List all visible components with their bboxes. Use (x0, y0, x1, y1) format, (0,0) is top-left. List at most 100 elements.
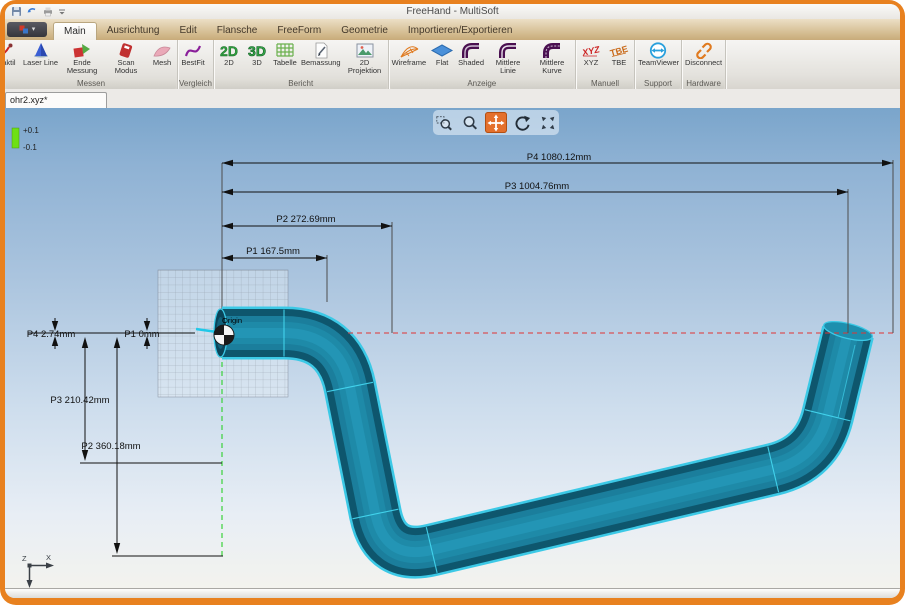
mittlere-kurve-button[interactable]: Mittlere Kurve (530, 41, 574, 75)
2d-icon: 2D (217, 42, 241, 59)
taktil-button[interactable]: Taktil (5, 41, 21, 67)
projektion-2d-button[interactable]: 2D Projektion (343, 41, 387, 75)
app-window: FreeHand - MultiSoft ▾ Main Ausrichtung … (5, 4, 900, 598)
ribbon-group-anzeige: Wireframe Flat Shaded Mittlere Linie Mit… (389, 40, 576, 89)
dimension-horizontal-p3: P3 1004.76mm (222, 181, 848, 195)
svg-text:-0.1: -0.1 (23, 143, 37, 152)
axis-triad: X Z (22, 553, 54, 588)
svg-text:P2 272.69mm: P2 272.69mm (276, 214, 335, 225)
screenshot-stage: FreeHand - MultiSoft ▾ Main Ausrichtung … (0, 0, 905, 605)
viewport-canvas[interactable]: +0.1 -0.1 (5, 108, 900, 588)
tabelle-icon (274, 42, 296, 59)
laser-line-button[interactable]: Laser Line (21, 41, 60, 67)
ribbon-group-label: Vergleich (179, 78, 212, 89)
tab-main[interactable]: Main (53, 22, 97, 40)
document-tab[interactable]: ohr2.xyz* (5, 92, 107, 108)
ribbon-group-label: Bericht (215, 78, 387, 89)
mittlere-linie-button[interactable]: Mittlere Linie (486, 41, 530, 75)
save-icon[interactable] (11, 6, 22, 17)
wireframe-button[interactable]: Wireframe (390, 41, 429, 67)
axis-x-label: X (46, 553, 51, 562)
rotate-icon[interactable] (511, 112, 533, 133)
ribbon-group-manuell: XYZ XYZ TBE TBE Manuell (576, 40, 635, 89)
disconnect-icon (693, 42, 715, 59)
ribbon: Taktil Laser Line Ende Messung Scan Modu… (5, 40, 900, 90)
ribbon-group-label: Manuell (577, 78, 633, 89)
svg-text:P1 167.5mm: P1 167.5mm (246, 246, 300, 257)
flat-button[interactable]: Flat (428, 41, 456, 67)
window-frame: FreeHand - MultiSoft ▾ Main Ausrichtung … (0, 0, 905, 605)
tab-importieren-exportieren[interactable]: Importieren/Exportieren (398, 22, 523, 40)
chevron-down-icon: ▾ (32, 26, 36, 33)
disconnect-button[interactable]: Disconnect (683, 41, 724, 67)
tbe-button[interactable]: TBE TBE (605, 41, 633, 67)
ribbon-group-hardware: Disconnect Hardware (682, 40, 726, 89)
tabelle-button[interactable]: Tabelle (271, 41, 299, 67)
ende-messung-button[interactable]: Ende Messung (60, 41, 104, 75)
undo-icon[interactable] (26, 6, 38, 17)
ende-messung-icon (71, 42, 93, 59)
tab-freeform[interactable]: FreeForm (267, 22, 331, 40)
svg-text:+0.1: +0.1 (23, 126, 39, 135)
svg-text:P3 1004.76mm: P3 1004.76mm (505, 181, 570, 192)
toolbar-options-icon[interactable] (58, 6, 66, 17)
dimension-extension-lines-right (848, 160, 893, 333)
view-toolbar (433, 110, 559, 135)
mesh-button[interactable]: Mesh (148, 41, 176, 67)
bemassung-button[interactable]: Bemassung (299, 41, 343, 67)
taktil-icon (5, 42, 18, 59)
dimension-horizontal-p2: P2 272.69mm (222, 214, 392, 229)
svg-text:P4 1080.12mm: P4 1080.12mm (527, 152, 592, 163)
scan-modus-button[interactable]: Scan Modus (104, 41, 148, 75)
application-menu-icon (19, 25, 29, 34)
wireframe-icon (397, 42, 421, 59)
dimension-horizontal-p1: P1 167.5mm (222, 246, 327, 261)
bericht-2d-button[interactable]: 2D 2D (215, 41, 243, 67)
shaded-button[interactable]: Shaded (456, 41, 486, 67)
bestfit-icon (182, 42, 204, 59)
2d-projektion-icon (354, 42, 376, 59)
tab-geometrie[interactable]: Geometrie (331, 22, 398, 40)
flat-icon (430, 42, 454, 59)
teamviewer-button[interactable]: TeamViewer (636, 41, 680, 67)
pan-icon[interactable] (485, 112, 507, 133)
mittlere-kurve-icon (540, 42, 564, 59)
zoom-icon[interactable] (459, 112, 481, 133)
pipe-model[interactable] (214, 309, 874, 573)
xyz-button[interactable]: XYZ XYZ (577, 41, 605, 67)
document-tab-strip: ohr2.xyz* (5, 89, 900, 109)
fit-icon[interactable] (537, 112, 559, 133)
mesh-icon (151, 42, 173, 59)
mittlere-linie-icon (496, 42, 520, 59)
ribbon-group-label: Messen (6, 78, 176, 89)
svg-text:2D: 2D (220, 43, 238, 59)
ribbon-group-support: TeamViewer Support (635, 40, 682, 89)
svg-text:P3 210.42mm: P3 210.42mm (50, 395, 109, 406)
ribbon-group-vergleich: BestFit Vergleich (178, 40, 214, 89)
origin-label: Origin (222, 316, 242, 325)
scan-modus-icon (115, 42, 137, 59)
teamviewer-icon (647, 42, 669, 59)
axis-z-label: Z (22, 554, 27, 563)
title-bar: FreeHand - MultiSoft (5, 4, 900, 19)
ribbon-group-label: Anzeige (390, 78, 574, 89)
status-bar (5, 588, 900, 598)
tab-edit[interactable]: Edit (170, 22, 207, 40)
svg-text:3D: 3D (248, 43, 266, 59)
tab-flansche[interactable]: Flansche (207, 22, 268, 40)
window-title: FreeHand - MultiSoft (5, 6, 900, 17)
ribbon-group-label: Hardware (683, 78, 724, 89)
tab-ausrichtung[interactable]: Ausrichtung (97, 22, 170, 40)
bemassung-icon (310, 42, 332, 59)
color-scale: +0.1 -0.1 (12, 126, 39, 152)
bericht-3d-button[interactable]: 3D 3D (243, 41, 271, 67)
bestfit-button[interactable]: BestFit (179, 41, 207, 67)
dimension-horizontal-p4: P4 1080.12mm (222, 152, 893, 166)
viewport[interactable]: +0.1 -0.1 (5, 108, 900, 588)
application-menu-button[interactable]: ▾ (7, 22, 47, 37)
print-icon[interactable] (42, 6, 54, 17)
xyz-icon: XYZ (579, 42, 603, 59)
svg-text:P4 2.74mm: P4 2.74mm (27, 329, 76, 340)
ribbon-tab-row: ▾ Main Ausrichtung Edit Flansche FreeFor… (5, 19, 900, 40)
zoom-window-icon[interactable] (433, 112, 455, 133)
